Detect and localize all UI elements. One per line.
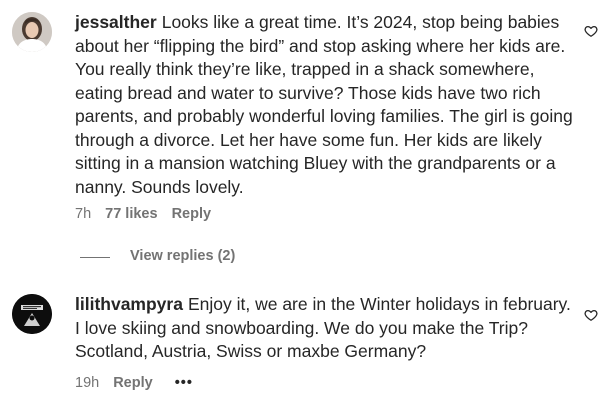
comment-item: lilithvampyra Enjoy it, we are in the Win… — [0, 280, 606, 409]
comment-likes[interactable]: 77 likes — [105, 206, 157, 222]
comment-meta: 7h 77 likes Reply — [75, 206, 211, 222]
comment-username[interactable]: jessalther — [75, 12, 157, 32]
user-avatar[interactable] — [12, 294, 52, 334]
heart-outline-icon[interactable] — [584, 308, 598, 322]
profile-photo-dark-logo-icon — [12, 294, 52, 334]
comment-username[interactable]: lilithvampyra — [75, 294, 183, 314]
reply-button[interactable]: Reply — [113, 375, 153, 391]
comment-time[interactable]: 7h — [75, 206, 91, 222]
comment-item: jessalther Looks like a great time. It’s … — [0, 0, 606, 264]
comment-time[interactable]: 19h — [75, 375, 99, 391]
reply-button[interactable]: Reply — [172, 206, 212, 222]
comment-meta: 19h Reply ••• — [75, 375, 193, 391]
comment-text: lilithvampyra Enjoy it, we are in the Win… — [75, 293, 575, 364]
comment-body: Looks like a great time. It’s 2024, stop… — [75, 12, 573, 197]
profile-photo-woman-icon — [12, 12, 52, 52]
comment-text: jessalther Looks like a great time. It’s … — [75, 11, 575, 199]
user-avatar[interactable] — [12, 12, 52, 52]
heart-outline-icon[interactable] — [584, 24, 598, 38]
more-options-icon[interactable]: ••• — [175, 375, 193, 391]
view-replies-button[interactable]: View replies (2) — [130, 248, 235, 264]
replies-divider — [80, 257, 110, 258]
